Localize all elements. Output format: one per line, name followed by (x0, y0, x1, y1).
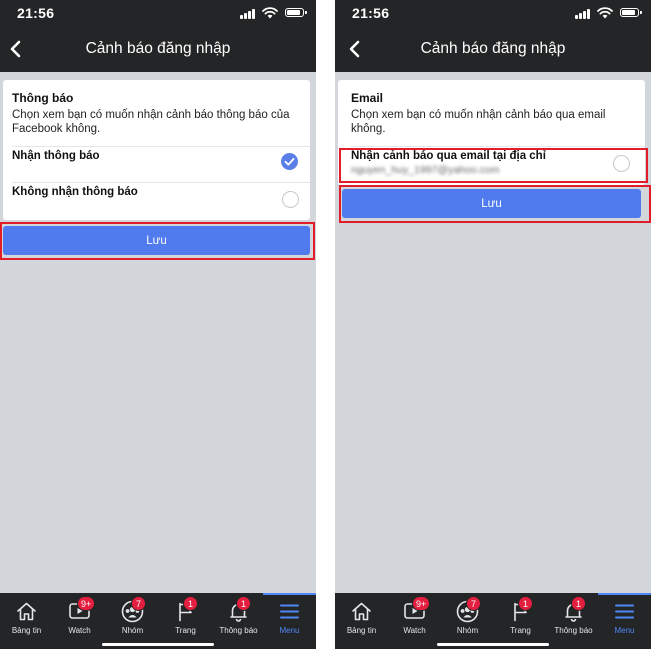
tab-groups[interactable]: 7 Nhóm (106, 593, 159, 649)
section-description: Chọn xem bạn có muốn nhận cảnh báo qua e… (351, 109, 606, 135)
checkmark-icon (284, 158, 295, 166)
tab-label: Trang (510, 626, 531, 635)
signal-icon (575, 9, 591, 19)
badge-count: 7 (131, 596, 146, 611)
right-screen: 21:56 Cảnh báo đăng nhập Email Chọn xem … (335, 0, 651, 649)
tab-label: Menu (614, 626, 635, 635)
header: Cảnh báo đăng nhập (0, 26, 316, 72)
home-indicator (437, 643, 549, 646)
tab-menu[interactable]: Menu (263, 593, 316, 649)
page-title: Cảnh báo đăng nhập (420, 40, 566, 57)
home-icon (352, 602, 371, 621)
badge-count: 1 (518, 596, 533, 611)
tab-label: Menu (279, 626, 300, 635)
badge-count: 1 (183, 596, 198, 611)
badge-count: 7 (466, 596, 481, 611)
header: Cảnh báo đăng nhập (335, 26, 651, 72)
menu-icon (280, 604, 299, 619)
email-address: nguyen_huy_1997@yahoo.com (351, 164, 500, 176)
tab-pages[interactable]: 1 Trang (159, 593, 212, 649)
radio-checked-icon[interactable] (281, 153, 298, 170)
option-label: Nhận thông báo (12, 150, 100, 162)
option-email-alerts[interactable]: Nhận cảnh báo qua email tại địa chỉ nguy… (338, 147, 645, 183)
tab-groups[interactable]: 7 Nhóm (441, 593, 494, 649)
badge-count: 9+ (77, 596, 96, 611)
option-label: Nhận cảnh báo qua email tại địa chỉ (351, 150, 546, 162)
save-button[interactable]: Lưu (342, 189, 641, 218)
badge-count: 1 (571, 596, 586, 611)
left-screen: 21:56 Cảnh báo đăng nhập Thông báo Chọn … (0, 0, 316, 649)
email-settings-card: Email Chọn xem bạn có muốn nhận cảnh báo… (338, 80, 645, 185)
tab-watch[interactable]: 9+ Watch (53, 593, 106, 649)
tab-news-feed[interactable]: Bảng tin (335, 593, 388, 649)
wifi-icon (597, 7, 613, 19)
bottom-tab-bar: Bảng tin 9+ Watch 7 Nhóm 1 Trang 1 Thông… (335, 593, 651, 649)
tab-watch[interactable]: 9+ Watch (388, 593, 441, 649)
tab-notifications[interactable]: 1 Thông báo (212, 593, 265, 649)
option-label: Không nhận thông báo (12, 186, 138, 198)
radio-unchecked-icon[interactable] (282, 191, 299, 208)
badge-count: 9+ (412, 596, 431, 611)
tab-label: Nhóm (121, 626, 144, 635)
status-time: 21:56 (17, 5, 55, 21)
tab-label: Trang (175, 626, 196, 635)
tab-label: Nhóm (456, 626, 479, 635)
home-indicator (102, 643, 214, 646)
battery-icon (620, 8, 642, 17)
section-description: Chọn xem bạn có muốn nhận cảnh báo thông… (12, 109, 290, 135)
section-title: Email (351, 91, 384, 105)
option-no-notifications[interactable]: Không nhận thông báo (3, 183, 310, 219)
option-receive-notifications[interactable]: Nhận thông báo (3, 147, 310, 183)
status-bar: 21:56 (335, 0, 651, 26)
wifi-icon (262, 7, 278, 19)
battery-icon (285, 8, 307, 17)
radio-unchecked-icon[interactable] (613, 155, 630, 172)
tab-label: Watch (68, 626, 91, 635)
signal-icon (240, 9, 256, 19)
menu-icon (615, 604, 634, 619)
bottom-tab-bar: Bảng tin 9+ Watch 7 Nhóm 1 Trang 1 Thông… (0, 593, 316, 649)
page-title: Cảnh báo đăng nhập (85, 40, 231, 57)
badge-count: 1 (236, 596, 251, 611)
notification-settings-card: Thông báo Chọn xem bạn có muốn nhận cảnh… (3, 80, 310, 220)
tab-pages[interactable]: 1 Trang (494, 593, 547, 649)
tab-notifications[interactable]: 1 Thông báo (547, 593, 600, 649)
home-icon (17, 602, 36, 621)
tab-news-feed[interactable]: Bảng tin (0, 593, 53, 649)
tab-label: Watch (403, 626, 426, 635)
status-bar: 21:56 (0, 0, 316, 26)
save-button[interactable]: Lưu (3, 226, 310, 255)
section-title: Thông báo (12, 91, 74, 105)
status-time: 21:56 (352, 5, 390, 21)
tab-menu[interactable]: Menu (598, 593, 651, 649)
